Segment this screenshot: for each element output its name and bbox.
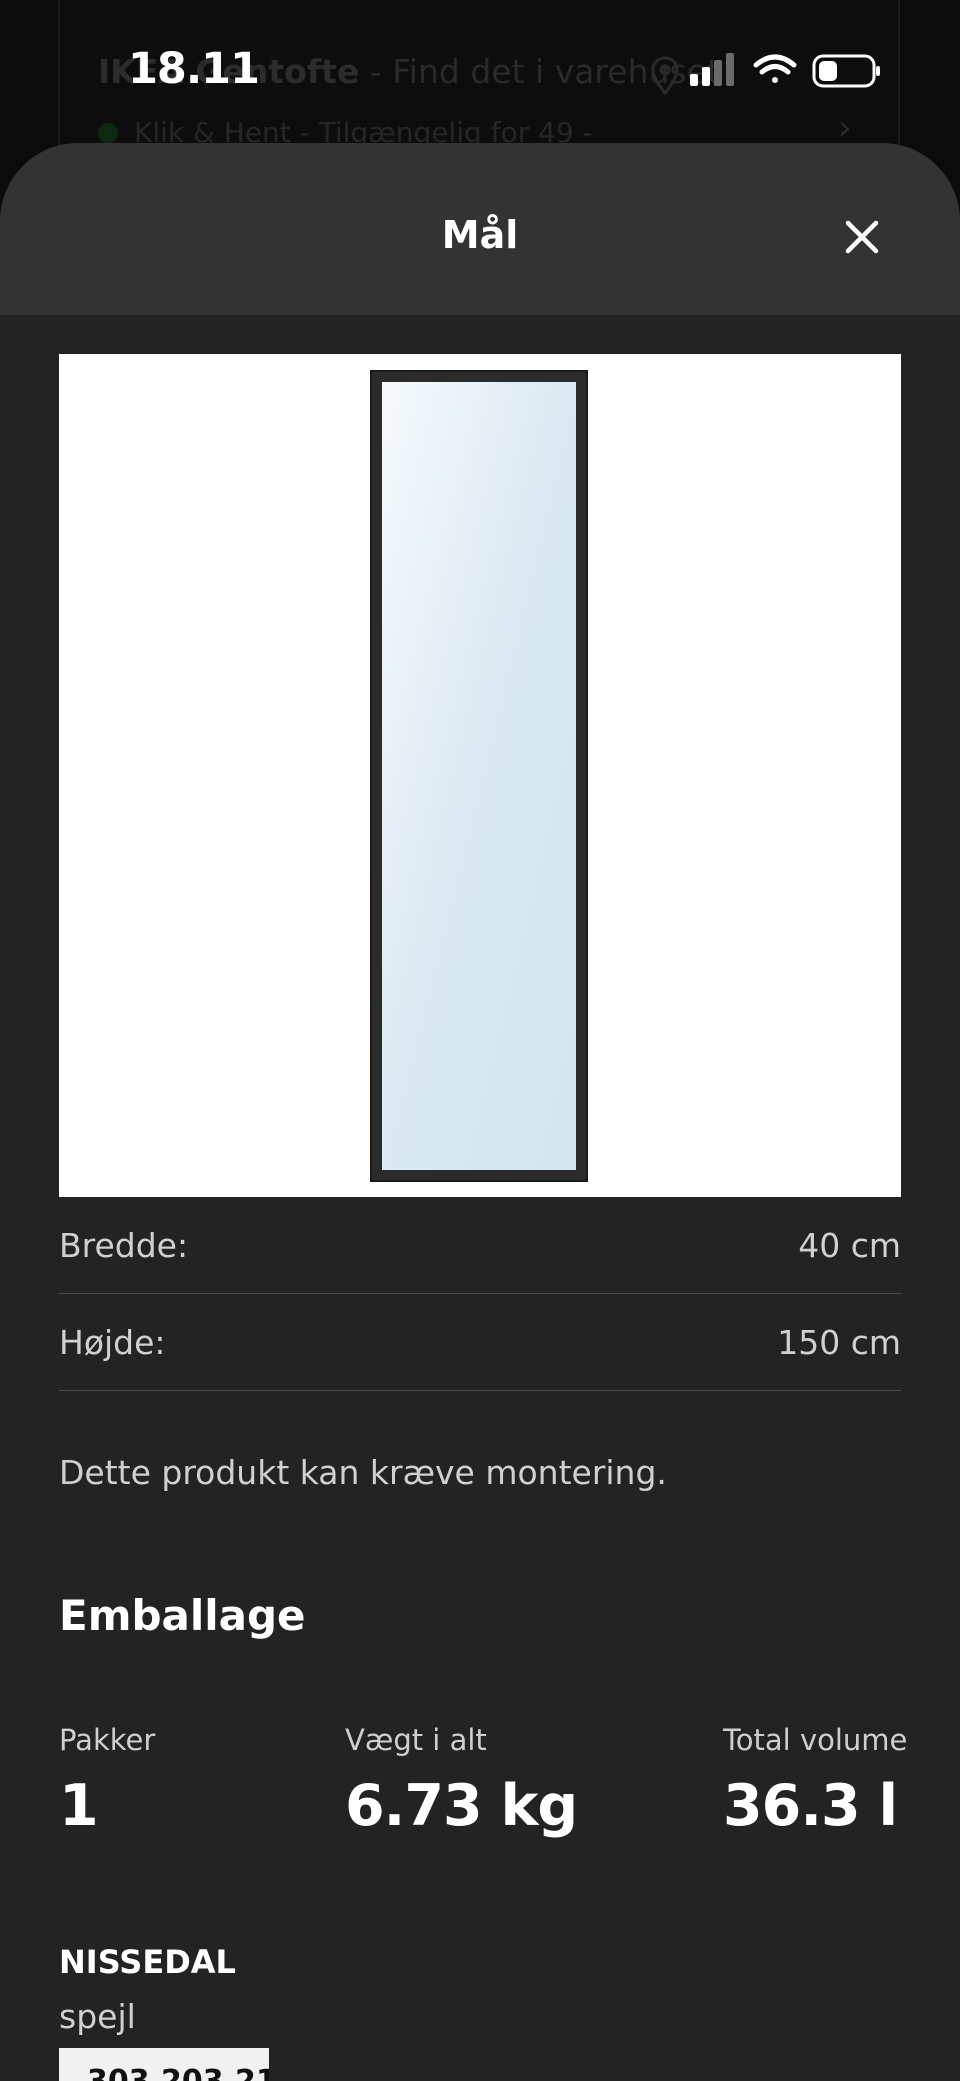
dimension-label: Højde: [59, 1322, 166, 1362]
dimension-value: 40 cm [798, 1225, 901, 1265]
sheet-header: Mål [0, 143, 960, 315]
dimension-value: 150 cm [777, 1322, 901, 1362]
chevron-right-icon: › [838, 108, 852, 148]
volume-label: Total volume [723, 1723, 908, 1757]
battery-icon [812, 54, 880, 88]
close-icon[interactable] [836, 211, 888, 263]
wifi-icon [753, 54, 797, 83]
weight-value: 6.73 kg [345, 1773, 578, 1839]
dimension-row-height: Højde: 150 cm [59, 1294, 901, 1391]
status-icons [690, 53, 880, 88]
product-image [59, 354, 901, 1197]
location-pin-icon [651, 56, 679, 96]
mirror-illustration [370, 370, 588, 1182]
availability-dot-icon [98, 122, 118, 143]
volume-value: 36.3 l [723, 1773, 898, 1839]
weight-label: Vægt i alt [345, 1723, 487, 1757]
packages-value: 1 [59, 1773, 99, 1839]
dimensions-sheet: Mål Bredde: 40 cm Højde: 150 cm Dette pr… [0, 143, 960, 2081]
dimension-label: Bredde: [59, 1225, 189, 1265]
assembly-note: Dette produkt kan kræve montering. [59, 1453, 667, 1492]
article-number: 303.203.21 [59, 2048, 269, 2081]
item-name: NISSEDAL [59, 1943, 236, 1981]
item-type: spejl [59, 1997, 136, 2036]
packaging-title: Emballage [59, 1591, 306, 1640]
signal-icon [690, 53, 734, 86]
status-time: 18.11 [128, 44, 260, 94]
packages-label: Pakker [59, 1723, 156, 1757]
dimension-row-width: Bredde: 40 cm [59, 1197, 901, 1294]
sheet-title: Mål [441, 213, 519, 257]
